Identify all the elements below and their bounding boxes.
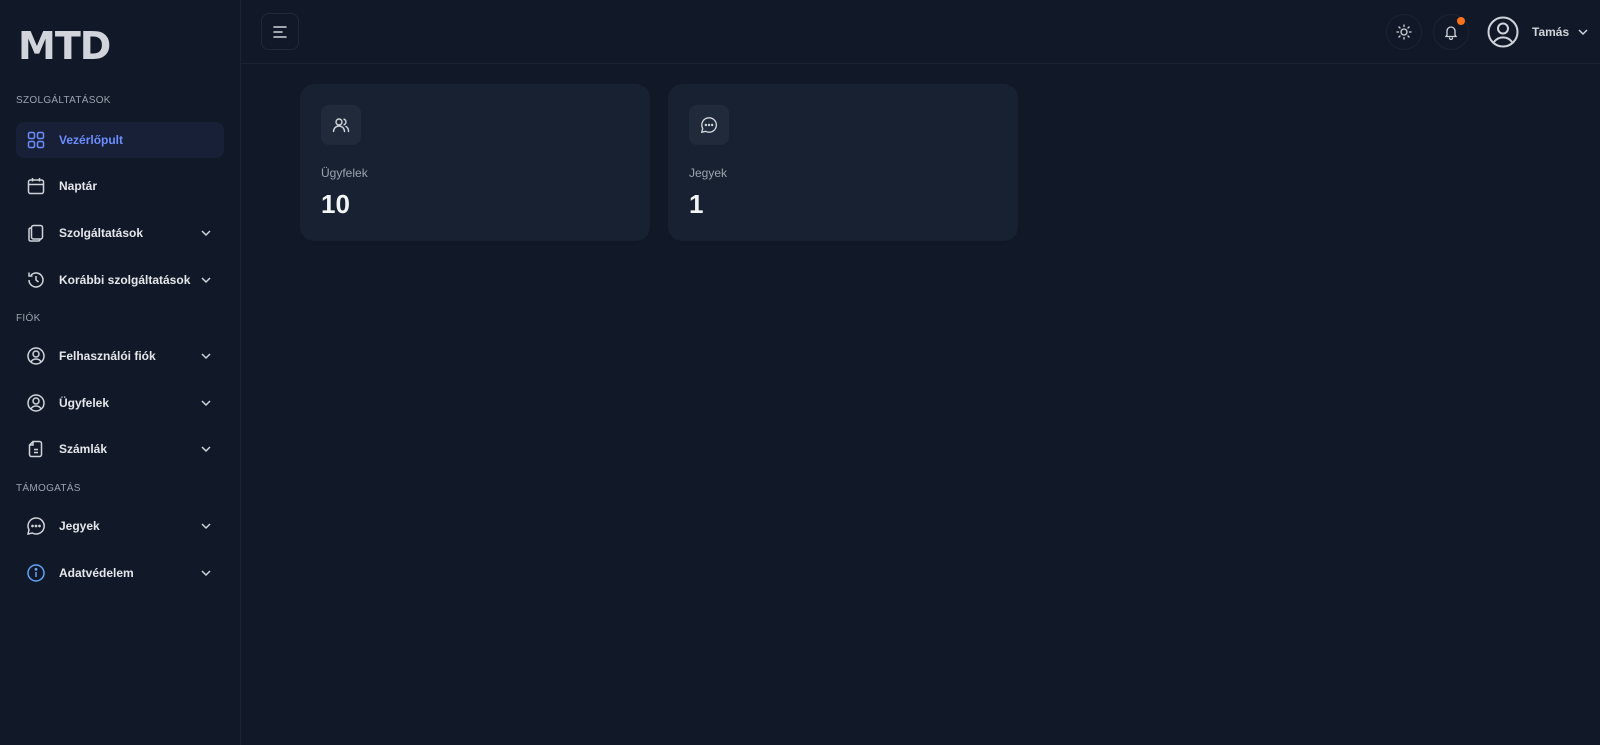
notifications-button[interactable]: [1433, 14, 1469, 50]
section-title-support: TÁMOGATÁS: [16, 483, 81, 494]
sidebar-item-label: Számlák: [59, 442, 108, 456]
chevron-down-icon: [201, 400, 211, 407]
grid-icon: [26, 130, 46, 150]
bell-icon: [1444, 26, 1458, 40]
user-menu[interactable]: Tamás: [1486, 15, 1589, 49]
chevron-down-icon: [201, 570, 211, 577]
sun-icon: [1396, 24, 1412, 40]
notification-badge: [1457, 17, 1465, 25]
topbar: Tamás: [241, 0, 1600, 64]
user-circle-icon: [26, 346, 46, 366]
user-name: Tamás: [1532, 25, 1570, 39]
sidebar-item-label: Vezérlőpult: [59, 133, 124, 147]
sidebar-item-label: Felhasználói fiók: [59, 349, 156, 363]
stat-value: 1: [689, 189, 704, 219]
sidebar: MTD SZOLGÁLTATÁSOK Vezérlőpult Naptár Sz…: [0, 0, 241, 745]
sidebar-item-label: Ügyfelek: [59, 396, 110, 410]
sidebar-item-tickets[interactable]: Jegyek: [16, 508, 224, 544]
sidebar-item-label: Adatvédelem: [59, 566, 134, 580]
chat-icon: [689, 105, 729, 145]
history-icon: [26, 270, 46, 290]
copy-icon: [26, 223, 46, 243]
stat-label: Jegyek: [689, 166, 728, 180]
sidebar-item-services[interactable]: Szolgáltatások: [16, 215, 224, 251]
chevron-down-icon: [201, 353, 211, 360]
invoice-icon: [26, 439, 46, 459]
chevron-down-icon: [201, 523, 211, 530]
info-icon: [26, 563, 46, 583]
stat-label: Ügyfelek: [321, 166, 368, 180]
section-title-account: FIÓK: [16, 313, 41, 324]
sidebar-item-calendar[interactable]: Naptár: [16, 168, 224, 204]
sidebar-item-label: Naptár: [59, 179, 98, 193]
chevron-down-icon: [201, 230, 211, 237]
calendar-icon: [26, 176, 46, 196]
chevron-down-icon: [1578, 29, 1588, 36]
chat-icon: [26, 516, 46, 536]
sidebar-item-label: Jegyek: [59, 519, 100, 533]
sidebar-item-label: Korábbi szolgáltatások: [59, 273, 191, 287]
chevron-down-icon: [201, 446, 211, 453]
sidebar-item-label: Szolgáltatások: [59, 226, 144, 240]
avatar: [1487, 16, 1519, 48]
sidebar-item-past-services[interactable]: Korábbi szolgáltatások: [16, 262, 224, 298]
user-circle-icon: [26, 393, 46, 413]
sidebar-item-privacy[interactable]: Adatvédelem: [16, 555, 224, 591]
sidebar-item-clients[interactable]: Ügyfelek: [16, 385, 224, 421]
stat-card-clients[interactable]: Ügyfelek 10: [300, 84, 650, 241]
section-title-services: SZOLGÁLTATÁSOK: [16, 95, 111, 106]
sidebar-toggle-button[interactable]: [261, 13, 299, 50]
stat-value: 10: [321, 189, 350, 219]
chevron-down-icon: [201, 277, 211, 284]
sidebar-item-user-account[interactable]: Felhasználói fiók: [16, 338, 224, 374]
users-icon: [321, 105, 361, 145]
sidebar-item-invoices[interactable]: Számlák: [16, 431, 224, 467]
menu-icon: [273, 25, 287, 38]
sidebar-item-dashboard[interactable]: Vezérlőpult: [16, 122, 224, 158]
stat-card-tickets[interactable]: Jegyek 1: [668, 84, 1018, 241]
logo[interactable]: MTD: [18, 27, 111, 65]
theme-toggle-button[interactable]: [1386, 14, 1422, 50]
